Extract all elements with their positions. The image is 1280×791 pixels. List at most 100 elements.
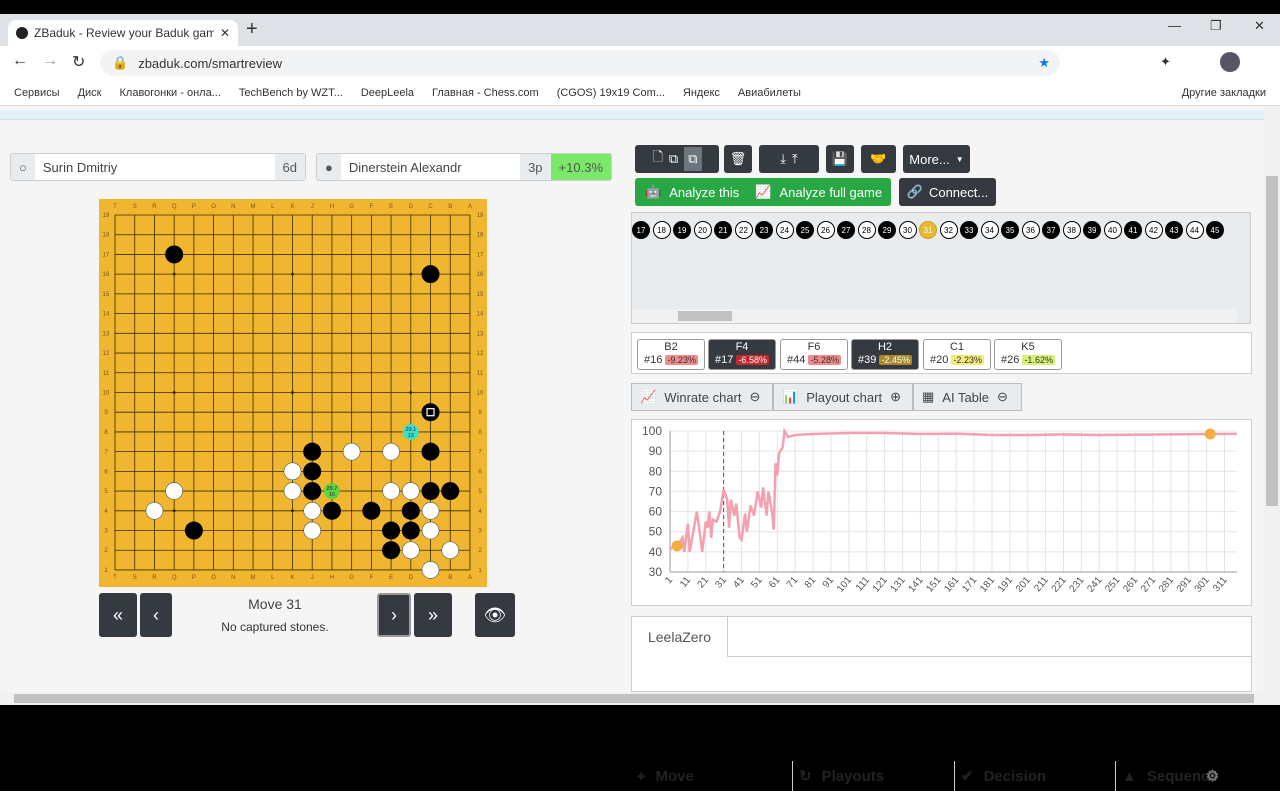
close-tab-icon[interactable]: ✕ xyxy=(220,26,230,40)
black-player-field[interactable]: ● Dinerstein Alexandr 3p +10.3% xyxy=(316,153,612,181)
move-node[interactable]: 28 xyxy=(857,221,876,239)
move-node[interactable]: 41 xyxy=(1124,221,1142,239)
analyze-full-game-button[interactable]: Analyze full game xyxy=(779,185,882,200)
move-node[interactable]: 37 xyxy=(1042,221,1060,239)
mistake-button[interactable]: C1 #20 -2.23% xyxy=(923,339,991,370)
move-node[interactable]: 26 xyxy=(816,221,835,239)
tab-playout-chart[interactable]: 📊 Playout chart ⊕ xyxy=(773,383,913,411)
minus-circle-icon[interactable]: ⊖ xyxy=(997,389,1008,405)
upload-icon[interactable]: ⤒ xyxy=(792,151,798,167)
move-node[interactable]: 31 xyxy=(919,221,937,239)
share-button[interactable]: 🤝 xyxy=(861,145,896,173)
plus-circle-icon[interactable]: ⊕ xyxy=(890,389,901,405)
move-node[interactable]: 22 xyxy=(734,221,753,239)
bookmark[interactable]: Яндекс xyxy=(683,87,720,99)
move-node[interactable]: 34 xyxy=(980,221,999,239)
move-node[interactable]: 43 xyxy=(1165,221,1183,239)
bookmark[interactable]: (CGOS) 19x19 Com... xyxy=(557,87,665,99)
mistake-button[interactable]: H2 #39 -2.45% xyxy=(851,339,919,370)
move-node[interactable]: 21 xyxy=(714,221,732,239)
move-node[interactable]: 32 xyxy=(939,221,958,239)
restore-icon[interactable]: ❐ xyxy=(1210,18,1222,34)
other-bookmarks[interactable]: Другие закладки xyxy=(1182,87,1266,99)
minimize-icon[interactable]: — xyxy=(1168,18,1181,33)
bookmark[interactable]: Диск xyxy=(78,87,102,99)
move-node[interactable]: 18 xyxy=(652,221,671,239)
move-node[interactable]: 42 xyxy=(1144,221,1163,239)
column-playouts[interactable]: ↻ Playouts xyxy=(793,761,955,791)
tab-leelazero[interactable]: LeelaZero xyxy=(632,617,728,657)
move-tree-hscrollbar[interactable] xyxy=(632,309,1237,323)
new-tab-button[interactable]: + xyxy=(246,18,258,41)
move-node[interactable]: 20 xyxy=(693,221,712,239)
paste-icon[interactable]: ⧉ xyxy=(684,147,702,171)
move-node[interactable]: 44 xyxy=(1185,221,1204,239)
move-tree[interactable]: 17 18 19 20 21 22 23 24 25 26 27 28 29 30 31 32 33 34 35 36… xyxy=(631,212,1251,324)
bookmark[interactable]: Клавогонки - онла... xyxy=(120,87,221,99)
close-window-icon[interactable]: ✕ xyxy=(1254,18,1265,34)
bookmark[interactable]: Авиабилеты xyxy=(738,87,801,99)
gear-icon[interactable]: ⚙ xyxy=(1206,767,1219,785)
new-file-icon[interactable]: 🗋 xyxy=(652,148,662,170)
mistake-button[interactable]: F6 #44 -5.28% xyxy=(780,339,848,370)
tab-winrate-chart[interactable]: 📈 Winrate chart ⊖ xyxy=(631,383,773,411)
minus-circle-icon[interactable]: ⊖ xyxy=(750,389,761,405)
move-node[interactable]: 33 xyxy=(960,221,978,239)
move-node[interactable]: 45 xyxy=(1206,221,1224,239)
move-node[interactable]: 27 xyxy=(837,221,855,239)
delete-button[interactable]: 🗑 xyxy=(724,145,752,173)
winrate-chart[interactable]: 304050607080901001 11 21 31 41 51 61 71 81 91101 1… xyxy=(631,419,1252,606)
white-player-name[interactable]: Surin Dmitriy xyxy=(35,154,275,180)
tab-ai-table[interactable]: ▦ AI Table ⊖ xyxy=(913,383,1022,411)
bookmark[interactable]: Сервисы xyxy=(14,87,60,99)
x-tick-label: 31 xyxy=(713,575,729,591)
back-icon[interactable]: ← xyxy=(12,52,28,70)
mistake-button[interactable]: B2 #16 -9.23% xyxy=(637,339,705,370)
analyze-this-button[interactable]: Analyze this xyxy=(669,185,739,200)
column-decision[interactable]: ✔ Decision xyxy=(955,761,1116,791)
move-node[interactable]: 38 xyxy=(1062,221,1081,239)
page-hscrollbar[interactable] xyxy=(0,692,1280,705)
move-node[interactable]: 35 xyxy=(1001,221,1019,239)
black-player-name[interactable]: Dinerstein Alexandr xyxy=(341,154,520,180)
star-icon[interactable]: ★ xyxy=(1038,55,1050,71)
move-node[interactable]: 36 xyxy=(1021,221,1040,239)
page-vscrollbar[interactable] xyxy=(1264,106,1280,692)
url-bar[interactable]: 🔒 zbaduk.com/smartreview ★ xyxy=(100,50,1060,76)
prev-move-button[interactable]: ‹ xyxy=(140,593,172,637)
next-move-button[interactable]: › xyxy=(377,593,411,637)
toggle-view-button[interactable]: 👁 xyxy=(475,593,515,637)
more-button[interactable]: More... ▼ xyxy=(903,145,970,173)
last-move-button[interactable]: » xyxy=(414,593,452,637)
move-node[interactable]: 19 xyxy=(673,221,691,239)
connect-button[interactable]: 🔗 Connect... xyxy=(899,178,996,206)
avatar[interactable] xyxy=(1220,52,1240,72)
bookmark[interactable]: Главная - Chess.com xyxy=(432,87,539,99)
bookmark[interactable]: TechBench by WZT... xyxy=(239,87,343,99)
copy-icon[interactable]: ⧉ xyxy=(669,151,678,167)
white-player-field[interactable]: ○ Surin Dmitriy 6d xyxy=(10,153,306,181)
white-stone xyxy=(145,501,164,520)
column-move[interactable]: ⌖ Move xyxy=(631,761,793,791)
download-icon[interactable]: ⤓ xyxy=(780,151,786,167)
column-sequence[interactable]: ▲ Sequence ⚙ xyxy=(1116,761,1236,791)
move-node[interactable]: 17 xyxy=(632,221,650,239)
move-node[interactable]: 25 xyxy=(796,221,814,239)
browser-tab[interactable]: ZBaduk - Review your Baduk gam ✕ xyxy=(8,20,238,46)
reload-icon[interactable]: ↻ xyxy=(72,52,85,72)
first-move-button[interactable]: « xyxy=(99,593,137,637)
move-node[interactable]: 39 xyxy=(1083,221,1101,239)
mistake-button[interactable]: F4 #17 -6.58% xyxy=(708,339,776,370)
mistake-point: F6 xyxy=(807,341,821,353)
mistake-button[interactable]: K5 #26 -1.62% xyxy=(994,339,1062,370)
move-node[interactable]: 30 xyxy=(898,221,917,239)
save-button[interactable]: 💾 xyxy=(826,145,854,173)
forward-icon[interactable]: → xyxy=(42,52,58,70)
move-node[interactable]: 40 xyxy=(1103,221,1122,239)
move-node[interactable]: 23 xyxy=(755,221,773,239)
move-node[interactable]: 29 xyxy=(878,221,896,239)
move-node[interactable]: 24 xyxy=(775,221,794,239)
go-board[interactable]: TT19 19SS18 18RR17 17QQ16 16PP15 15OO14 14NN13… xyxy=(99,199,487,587)
bookmark[interactable]: DeepLeela xyxy=(361,87,414,99)
extensions-icon[interactable]: ✦ xyxy=(1160,54,1171,70)
